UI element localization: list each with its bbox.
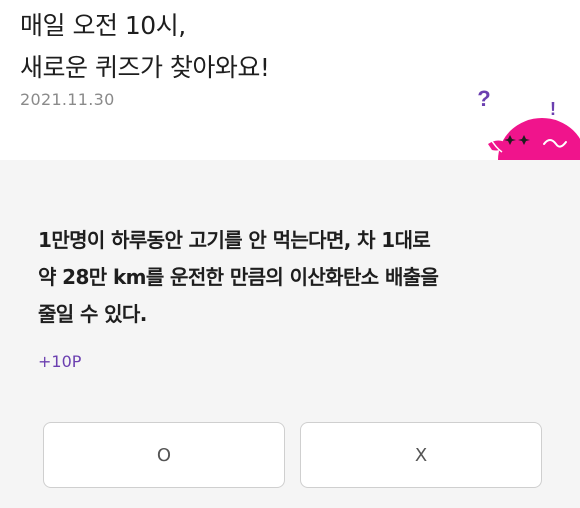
answer-o-button[interactable]: O xyxy=(43,422,285,488)
exclamation-mark-icon: ! xyxy=(550,99,556,119)
question-line-2: 약 28만 km를 운전한 만큼의 이산화탄소 배출을 xyxy=(38,265,439,289)
page-title: 매일 오전 10시, 새로운 퀴즈가 찾아와요! xyxy=(20,5,270,89)
points-reward: +10P xyxy=(38,352,82,371)
title-line-1: 매일 오전 10시, xyxy=(20,11,186,40)
quiz-card: 1만명이 하루동안 고기를 안 먹는다면, 차 1대로 약 28만 km를 운전… xyxy=(0,160,580,508)
question-line-3: 줄일 수 있다. xyxy=(38,302,147,326)
title-line-2: 새로운 퀴즈가 찾아와요! xyxy=(20,53,270,82)
question-line-1: 1만명이 하루동안 고기를 안 먹는다면, 차 1대로 xyxy=(38,228,431,252)
quiz-question: 1만명이 하루동안 고기를 안 먹는다면, 차 1대로 약 28만 km를 운전… xyxy=(38,222,548,333)
header: 매일 오전 10시, 새로운 퀴즈가 찾아와요! 2021.11.30 ? ! xyxy=(0,0,580,164)
answer-x-label: X xyxy=(414,444,428,466)
answer-o-label: O xyxy=(156,444,172,466)
post-date: 2021.11.30 xyxy=(20,90,115,109)
question-mark-icon: ? xyxy=(477,86,490,111)
quiz-mascot-illustration: ? ! xyxy=(465,79,580,164)
answer-x-button[interactable]: X xyxy=(300,422,542,488)
